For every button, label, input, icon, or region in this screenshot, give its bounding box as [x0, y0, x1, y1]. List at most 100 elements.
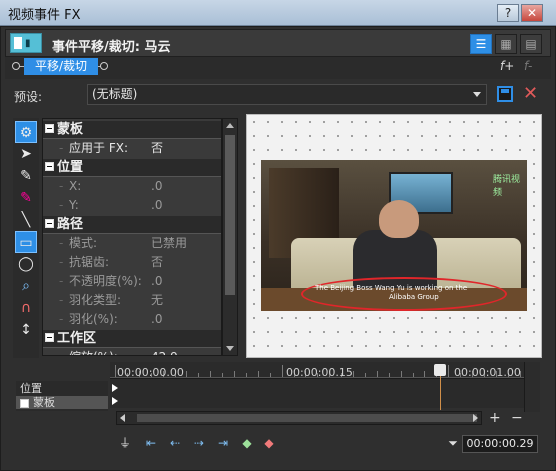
first-keyframe-icon[interactable]: ⇤	[142, 435, 160, 451]
scroll-up-icon[interactable]	[226, 123, 234, 128]
sync-cursor-icon[interactable]: ⏚	[116, 435, 134, 451]
view-list-icon[interactable]: ☰	[470, 34, 492, 54]
playhead-handle[interactable]	[434, 364, 446, 376]
properties-panel: 蒙板 - 应用于 FX: 否 位置 - X: .0 - Y: .0 路径 - 模式: 已禁用 -…	[42, 118, 222, 356]
delete-keyframe-icon[interactable]: ◆	[260, 435, 278, 451]
add-keyframe-icon[interactable]: ◆	[238, 435, 256, 451]
current-time-display[interactable]: 00:00:00.29	[462, 435, 538, 453]
prop-row-antialias[interactable]: - 抗锯齿: 否	[43, 253, 221, 272]
ruler-tick	[281, 365, 283, 377]
window-title: 视频事件 FX	[8, 8, 81, 23]
keyframe-marker-icon[interactable]	[112, 397, 118, 405]
help-button[interactable]: ?	[497, 4, 519, 22]
remove-fx-icon[interactable]: f-	[524, 59, 532, 73]
prop-value: 否	[151, 141, 164, 155]
ruler-tick	[269, 373, 271, 377]
timeline-tracks-area[interactable]	[110, 378, 524, 408]
prop-label: 应用于 FX:	[69, 141, 128, 155]
video-logo: 腾讯视频	[493, 175, 521, 198]
next-keyframe-icon[interactable]: ⇢	[190, 435, 208, 451]
mask-track-checkbox[interactable]	[20, 398, 29, 408]
pen-add-icon[interactable]: ✎	[15, 165, 37, 187]
pen-delete-icon[interactable]: ✎	[15, 187, 37, 209]
ruler-tick	[412, 373, 414, 377]
fx-chain-icon[interactable]: ▮	[10, 33, 42, 53]
add-fx-icon[interactable]: f+	[500, 59, 514, 73]
close-button[interactable]: ✕	[521, 4, 543, 22]
track-label-mask[interactable]: 蒙板	[16, 396, 108, 409]
prop-value: 无	[151, 293, 164, 307]
scroll-left-icon[interactable]	[120, 414, 125, 422]
timeline-vertical-scrollbar[interactable]	[524, 362, 540, 412]
ruler-tick	[198, 373, 200, 377]
ellipse-icon[interactable]: ◯	[15, 253, 37, 275]
track-label-mask-text: 蒙板	[33, 396, 55, 409]
chevron-down-icon	[473, 92, 481, 97]
rectangle-icon[interactable]: ▭	[15, 231, 37, 253]
ruler-tick	[257, 371, 259, 377]
scroll-thumb[interactable]	[225, 135, 235, 295]
keyframe-marker-icon[interactable]	[112, 384, 118, 392]
section-path-title: 路径	[57, 217, 84, 232]
vertical-move-icon[interactable]: ↕	[15, 319, 37, 341]
arrow-pointer-icon[interactable]: ➤	[15, 143, 37, 165]
cursor-marker-icon: ⏷	[448, 436, 458, 450]
prev-keyframe-icon[interactable]: ⇠	[166, 435, 184, 451]
preset-dropdown[interactable]: (无标题)	[87, 84, 487, 105]
zoom-out-button[interactable]: −	[511, 411, 523, 425]
scroll-thumb[interactable]	[137, 414, 477, 422]
prop-label: 抗锯齿:	[69, 255, 110, 269]
prop-value: 42.9	[151, 348, 178, 355]
prop-row-feather[interactable]: - 羽化(%): .0	[43, 310, 221, 329]
prop-label: 羽化(%):	[69, 312, 118, 326]
prop-value: 已禁用	[151, 236, 188, 250]
video-frame-thumbnail[interactable]: 腾讯视频 The Beijing Boss Wang Yu is working…	[261, 160, 527, 311]
ruler-tick	[210, 371, 212, 377]
save-preset-icon[interactable]	[497, 86, 513, 102]
fx-tab-pan-crop[interactable]: 平移/裁切	[24, 58, 98, 75]
prop-row-zoom[interactable]: -缩放(%):42.9	[43, 348, 221, 355]
prop-row-apply-to-fx[interactable]: - 应用于 FX: 否	[43, 139, 221, 158]
ruler-tick	[186, 371, 188, 377]
prop-row-x[interactable]: - X: .0	[43, 177, 221, 196]
zoom-icon[interactable]: ⌕	[15, 275, 37, 297]
gear-icon[interactable]: ⚙	[15, 121, 37, 143]
pen-icon[interactable]: ╲	[15, 209, 37, 231]
section-mask[interactable]: 蒙板	[43, 121, 221, 139]
view-tiles-icon[interactable]: ▤	[520, 34, 542, 54]
prop-row-mode[interactable]: - 模式: 已禁用	[43, 234, 221, 253]
scroll-down-icon[interactable]	[226, 346, 234, 351]
section-path[interactable]: 路径	[43, 216, 221, 234]
properties-scrollbar[interactable]	[222, 118, 238, 356]
timeline-horizontal-scrollbar[interactable]	[116, 411, 482, 425]
preset-label: 预设:	[14, 90, 43, 104]
collapse-icon	[45, 333, 54, 342]
ruler-tick	[424, 371, 426, 377]
ruler-tick	[353, 371, 354, 377]
ruler-tick	[448, 365, 450, 377]
scroll-right-icon[interactable]	[473, 414, 478, 422]
section-workspace[interactable]: 工作区	[43, 330, 221, 348]
prop-row-y[interactable]: - Y: .0	[43, 196, 221, 215]
collapse-icon	[45, 162, 54, 171]
zoom-in-button[interactable]: +	[489, 411, 501, 425]
ruler-tick	[400, 371, 402, 377]
ruler-tick	[376, 371, 378, 377]
prop-value: .0	[151, 274, 163, 288]
prop-row-feather-type[interactable]: - 羽化类型: 无	[43, 291, 221, 310]
prop-label: X:	[69, 179, 82, 193]
track-label-position[interactable]: 位置	[16, 382, 108, 395]
section-position[interactable]: 位置	[43, 159, 221, 177]
prop-label: 缩放(%):	[69, 348, 118, 355]
prop-label: 羽化类型:	[69, 293, 122, 307]
view-grid-icon[interactable]: ▦	[495, 34, 517, 54]
magnet-icon[interactable]: ∩	[15, 297, 37, 319]
subtitle-line-2: Alibaba Group	[389, 293, 439, 301]
section-mask-title: 蒙板	[57, 122, 84, 137]
prop-row-opacity[interactable]: - 不透明度(%): .0	[43, 272, 221, 291]
delete-preset-icon[interactable]: ✕	[523, 83, 538, 104]
last-keyframe-icon[interactable]: ⇥	[214, 435, 232, 451]
window-titlebar: 视频事件 FX ? ✕	[0, 0, 556, 26]
ruler-tick	[115, 365, 116, 377]
collapse-icon	[45, 219, 54, 228]
